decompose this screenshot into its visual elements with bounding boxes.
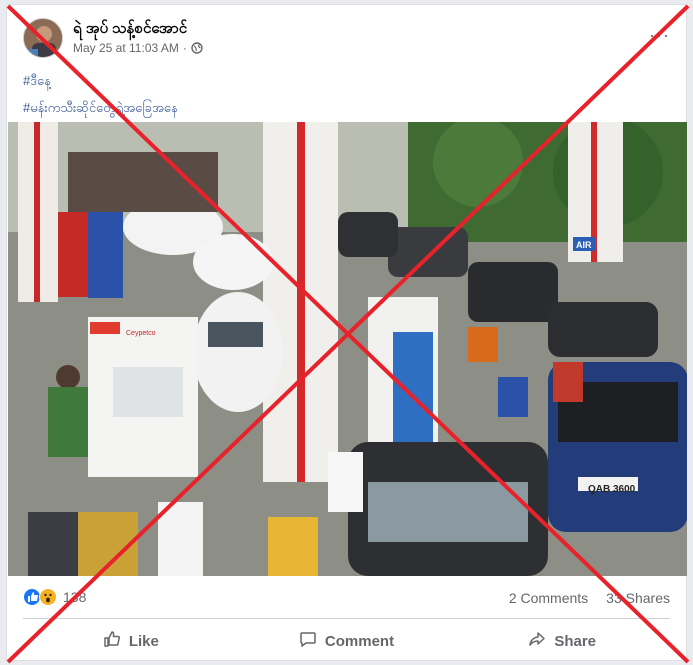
author-name[interactable]: ရဲ အုပ် သန့်စင်အောင် <box>73 19 187 41</box>
wow-reaction-icon <box>39 588 57 606</box>
reaction-summary[interactable]: 138 <box>23 588 86 606</box>
plate-text: QAB 3600 <box>588 484 636 495</box>
comment-label: Comment <box>324 632 395 650</box>
reaction-count[interactable]: 138 <box>63 589 86 605</box>
post-photo[interactable]: AIR QAB 3600 Ceypetco <box>8 122 687 576</box>
share-icon <box>528 630 546 652</box>
share-button[interactable]: Share <box>454 625 670 657</box>
engagement-counts: 2 Comments 33 Shares <box>509 590 670 606</box>
post-card: ရဲ အုပ် သန့်စင်အောင် May 25 at 11:03 AM … <box>6 4 687 661</box>
like-label: Like <box>128 632 159 650</box>
pump-brand-text: Ceypetco <box>126 330 156 337</box>
like-icon <box>103 630 121 652</box>
post-actions: Like Comment Share <box>23 625 670 657</box>
hashtag-list: #ဒီနေ့ #မန်းကသီးဆိုင်တွေရဲ့အခြေအနေ <box>23 67 178 121</box>
share-label: Share <box>554 632 597 650</box>
post-header: ရဲ အုပ် သန့်စင်အောင် May 25 at 11:03 AM … <box>23 15 670 63</box>
avatar[interactable] <box>23 18 63 58</box>
comment-count[interactable]: 2 Comments <box>509 590 588 606</box>
hashtag-link[interactable]: #မန်းကသီးဆိုင်တွေရဲ့အခြေအနေ <box>23 94 178 121</box>
comment-icon <box>299 630 317 652</box>
like-button[interactable]: Like <box>23 625 239 657</box>
post-timestamp[interactable]: May 25 at 11:03 AM <box>73 41 179 55</box>
air-sign-text: AIR <box>576 240 592 250</box>
more-options-icon[interactable]: ··· <box>649 25 670 46</box>
share-count[interactable]: 33 Shares <box>606 590 670 606</box>
globe-icon <box>191 42 203 54</box>
meta-separator: · <box>182 41 187 55</box>
post-meta: May 25 at 11:03 AM · <box>73 41 203 55</box>
divider <box>23 618 670 619</box>
hashtag-link[interactable]: #ဒီနေ့ <box>23 67 178 94</box>
comment-button[interactable]: Comment <box>239 625 455 657</box>
